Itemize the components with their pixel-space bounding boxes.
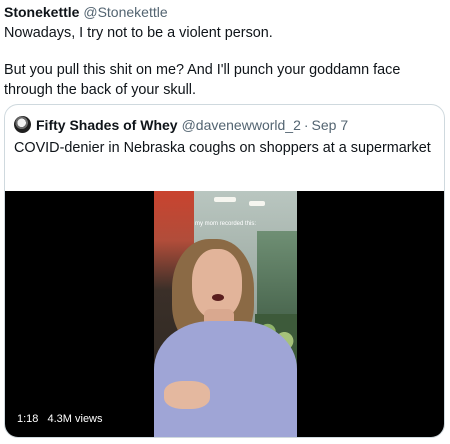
video-overlay-text: my mom recorded this: — [194, 221, 257, 227]
video-frame: my mom recorded this: — [154, 191, 297, 437]
quoted-tweet-header: Fifty Shades of Whey @davenewworld_2 · S… — [14, 116, 348, 133]
tweet-header: Stonekettle @Stonekettle — [4, 3, 168, 21]
video-meta: 1:18 4.3M views — [17, 413, 103, 425]
dot-separator: · — [303, 116, 309, 133]
ceiling-light — [249, 201, 265, 206]
tweet-text-line-2: But you pull this shit on me? And I'll p… — [4, 62, 401, 98]
author-name[interactable]: Stonekettle — [4, 4, 79, 20]
person-mouth — [212, 294, 224, 301]
video-views: 4.3M views — [47, 413, 103, 425]
quoted-tweet-text: COVID-denier in Nebraska coughs on shopp… — [14, 140, 431, 156]
quoted-author-name[interactable]: Fifty Shades of Whey — [36, 117, 178, 133]
avatar[interactable] — [14, 116, 31, 133]
tweet[interactable]: Stonekettle @Stonekettle Nowadays, I try… — [0, 0, 450, 444]
person-body — [154, 321, 297, 437]
tweet-text-line-1: Nowadays, I try not to be a violent pers… — [4, 25, 273, 41]
person-hand — [164, 381, 210, 409]
quoted-tweet[interactable]: Fifty Shades of Whey @davenewworld_2 · S… — [4, 104, 445, 438]
author-handle[interactable]: @Stonekettle — [83, 4, 167, 20]
video-duration: 1:18 — [17, 413, 39, 425]
ceiling-light — [214, 197, 236, 202]
quoted-author-handle[interactable]: @davenewworld_2 — [182, 117, 301, 133]
quoted-date[interactable]: Sep 7 — [312, 117, 349, 133]
video-player[interactable]: my mom recorded this: 1:18 4.3M views — [5, 191, 444, 437]
